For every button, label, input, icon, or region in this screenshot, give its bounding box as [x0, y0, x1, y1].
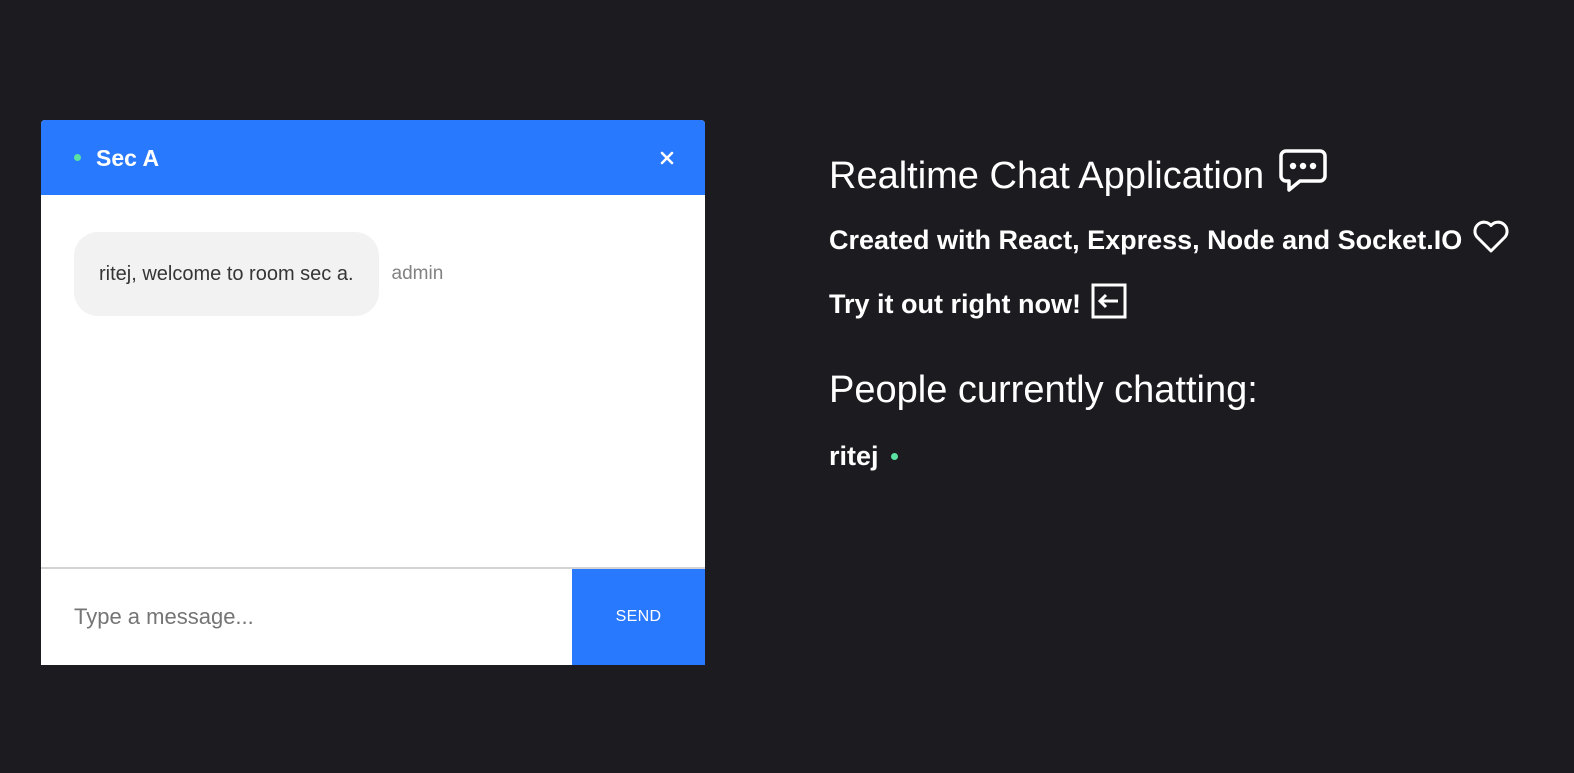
app-title-text: Realtime Chat Application [829, 154, 1265, 197]
chat-window: Sec A ritej, welcome to room sec a. admi… [41, 120, 705, 665]
person-item: ritej [829, 436, 1510, 476]
message-input[interactable] [41, 569, 572, 665]
people-heading: People currently chatting: [829, 368, 1258, 411]
send-button[interactable]: SEND [572, 569, 705, 665]
room-name: Sec A [96, 145, 160, 171]
message-item: ritej, welcome to room sec a. admin [74, 232, 443, 316]
close-icon[interactable] [657, 148, 677, 168]
heart-icon [1472, 220, 1510, 261]
chat-header: Sec A [41, 120, 705, 195]
message-sender: admin [391, 263, 444, 284]
online-dot-icon [890, 452, 898, 460]
message-list[interactable]: ritej, welcome to room sec a. admin [41, 195, 705, 567]
app-title: Realtime Chat Application [829, 148, 1510, 204]
try-it-text: Try it out right now! [829, 288, 1081, 319]
online-dot-icon [74, 154, 81, 161]
person-name: ritej [829, 440, 879, 471]
chat-bubble-icon [1278, 148, 1328, 204]
try-it-line: Try it out right now! [829, 283, 1510, 326]
info-panel: Realtime Chat Application Created with R… [829, 148, 1510, 476]
arrow-left-box-icon [1091, 283, 1127, 326]
subtitle: Created with React, Express, Node and So… [829, 220, 1510, 260]
message-bubble: ritej, welcome to room sec a. [74, 232, 379, 316]
message-input-bar: SEND [41, 567, 705, 665]
subtitle-text: Created with React, Express, Node and So… [829, 224, 1463, 255]
